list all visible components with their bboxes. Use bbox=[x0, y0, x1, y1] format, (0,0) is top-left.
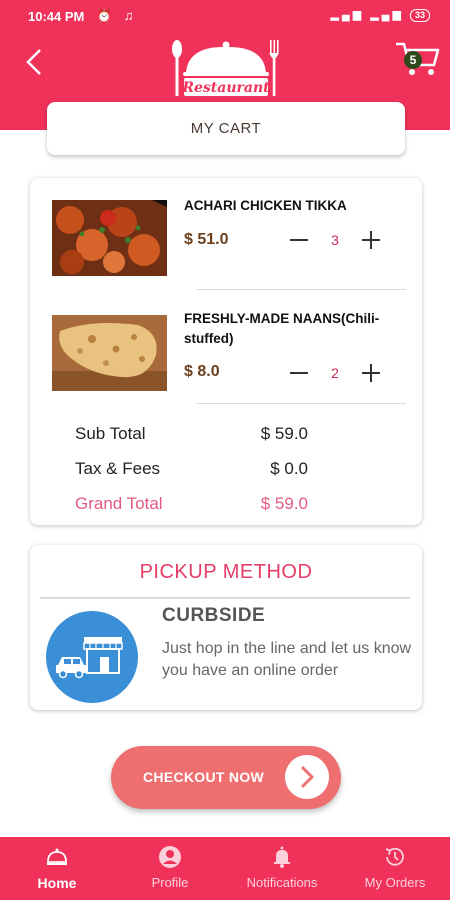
nav-home[interactable]: Home bbox=[12, 837, 102, 900]
subtotal-value: $ 59.0 bbox=[260, 424, 308, 443]
pickup-card: PICKUP METHOD CURBSIDE Just hop in the l… bbox=[30, 545, 422, 710]
pickup-title: PICKUP METHOD bbox=[139, 561, 313, 583]
chicken-tikka-image bbox=[52, 200, 167, 276]
my-cart-tab[interactable]: MY CART bbox=[47, 102, 405, 155]
restaurant-logo: Restaurant bbox=[172, 40, 279, 96]
nav-home-label: Home bbox=[37, 875, 77, 891]
user-icon bbox=[159, 846, 181, 868]
cart-count-badge: 5 bbox=[404, 51, 422, 69]
curbside-store-icon[interactable] bbox=[46, 611, 138, 703]
checkout-label: CHECKOUT NOW bbox=[143, 769, 265, 785]
back-arrow-icon[interactable] bbox=[18, 44, 54, 80]
minus-icon[interactable] bbox=[288, 229, 310, 251]
pickup-method-description: Just hop in the line and let us know you… bbox=[162, 640, 412, 679]
plus-icon[interactable] bbox=[360, 229, 382, 251]
item-price: $ 51.0 bbox=[184, 231, 229, 248]
nav-notifications-label: Notifications bbox=[246, 875, 318, 890]
item-price: $ 8.0 bbox=[184, 363, 220, 380]
item-divider bbox=[196, 289, 406, 290]
nav-my-orders-label: My Orders bbox=[364, 875, 426, 890]
cloche-icon bbox=[47, 848, 67, 865]
cart-card: ACHARI CHICKEN TIKKA $ 51.0 3 FRESHLY-MA… bbox=[30, 178, 422, 525]
checkout-button[interactable]: CHECKOUT NOW bbox=[111, 746, 341, 809]
nav-notifications[interactable]: Notifications bbox=[237, 837, 327, 900]
plus-icon[interactable] bbox=[360, 362, 382, 384]
subtotal-label: Sub Total bbox=[75, 424, 146, 443]
quantity-value: 3 bbox=[331, 232, 339, 248]
grand-total-label: Grand Total bbox=[75, 494, 163, 513]
signal-icons: ▂▄▆ ▂▄▆ 33 bbox=[330, 8, 430, 22]
pickup-divider bbox=[40, 597, 410, 599]
item-divider bbox=[196, 403, 406, 404]
bottom-navigation: Home Profile Notifications My Orders bbox=[0, 837, 450, 900]
tax-label: Tax & Fees bbox=[75, 459, 161, 478]
grand-total-value: $ 59.0 bbox=[260, 494, 308, 513]
history-icon bbox=[385, 847, 404, 866]
logo-text: Restaurant bbox=[181, 80, 270, 96]
status-time: 10:44 PM bbox=[28, 9, 85, 24]
status-icons: ⏰ ♫ bbox=[96, 8, 138, 23]
quantity-value: 2 bbox=[331, 365, 339, 381]
tax-value: $ 0.0 bbox=[270, 459, 308, 478]
bell-icon bbox=[274, 846, 290, 868]
status-bar: 10:44 PM ⏰ ♫ ▂▄▆ ▂▄▆ 33 bbox=[0, 0, 450, 34]
item-name: ACHARI CHICKEN TIKKA bbox=[184, 198, 347, 213]
item-name: FRESHLY-MADE NAANS(Chili-stuffed) bbox=[184, 311, 380, 346]
pickup-method-name: CURBSIDE bbox=[162, 605, 266, 626]
nav-profile-label: Profile bbox=[151, 875, 189, 890]
naan-image bbox=[52, 315, 167, 391]
chevron-right-icon bbox=[285, 755, 329, 799]
minus-icon[interactable] bbox=[288, 362, 310, 384]
nav-profile[interactable]: Profile bbox=[125, 837, 215, 900]
nav-my-orders[interactable]: My Orders bbox=[350, 837, 440, 900]
battery-icon: 33 bbox=[409, 8, 430, 22]
